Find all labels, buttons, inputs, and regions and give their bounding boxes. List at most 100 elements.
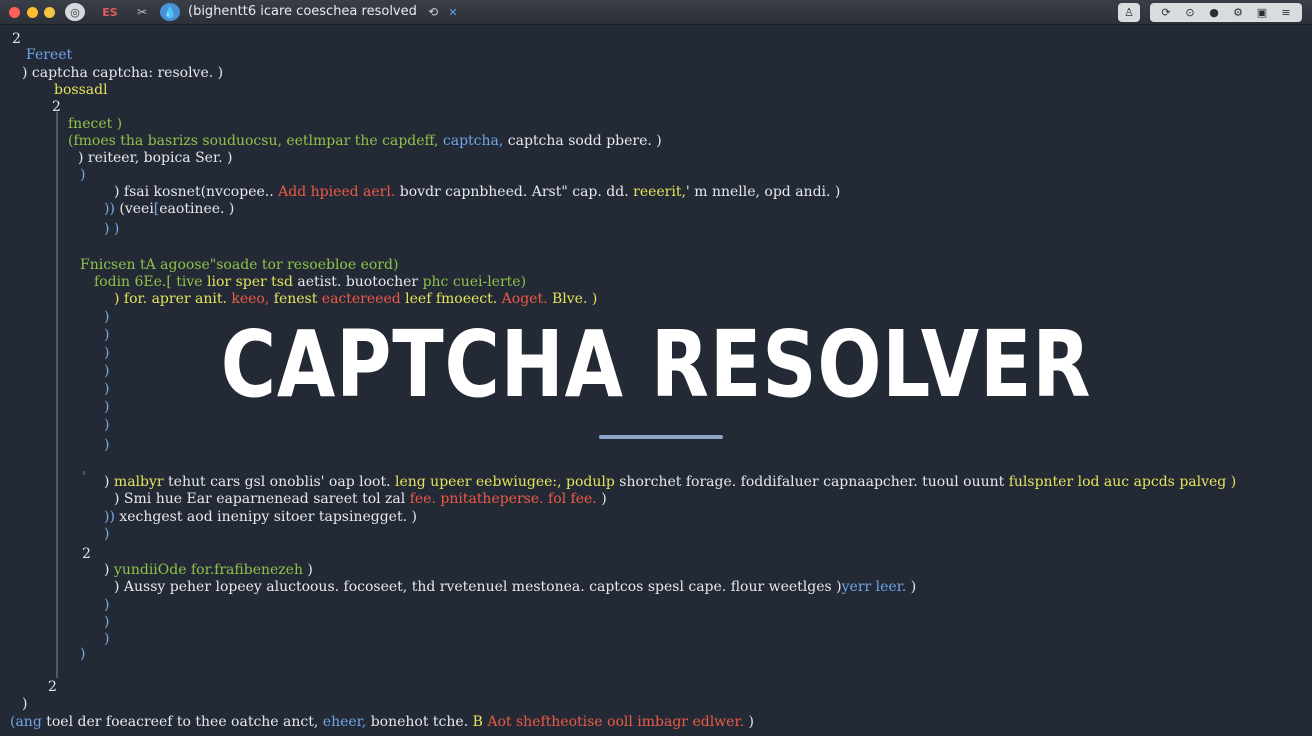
code-token: ) bbox=[104, 345, 110, 361]
code-token: (ang bbox=[10, 714, 42, 730]
code-token: ) captcha captcha: resolve. ) bbox=[22, 65, 224, 81]
code-line: Fnicsen tA agoose"soade tor resoebloe eo… bbox=[80, 256, 398, 274]
code-token: bonehot tche. bbox=[366, 714, 473, 730]
close-x-icon[interactable]: ✕ bbox=[446, 3, 460, 21]
app-badge-icon[interactable]: ES bbox=[96, 3, 124, 21]
code-token: ) bbox=[104, 597, 110, 613]
code-token: aetist. buotocher bbox=[297, 274, 423, 290]
code-token: xechgest aod inenipy sitoer tapsinegget.… bbox=[119, 509, 417, 525]
code-token: fenest bbox=[269, 291, 322, 307]
code-token: fulspnter lod auc apcds palveg ) bbox=[1008, 474, 1237, 490]
code-token: ) Aussy peher bbox=[114, 579, 216, 595]
sync-icon[interactable]: ⟲ bbox=[424, 3, 442, 21]
code-token: )) bbox=[104, 509, 120, 525]
code-token: tehut cars gsl onoblis' oap loot. bbox=[163, 474, 395, 490]
code-token: ) bbox=[104, 437, 110, 453]
search-icon[interactable]: ⊙ bbox=[1180, 6, 1200, 19]
window-title: (bighentt6 icare coeschea resolved bbox=[188, 4, 417, 19]
indent-guide bbox=[56, 112, 58, 678]
code-token: yundiiOde for.frafibenezeh bbox=[113, 562, 303, 578]
code-token: ) reiteer, bopica Ser. ) bbox=[78, 150, 233, 166]
code-token: ) bbox=[80, 646, 86, 662]
code-token: forage. foddifaluer capnaapcher. tuoul o… bbox=[685, 474, 1009, 490]
settings-icon[interactable]: ⚙ bbox=[1228, 6, 1248, 19]
code-token: 2 bbox=[12, 31, 21, 47]
code-line: (ang toel der foeacreef to thee oatche a… bbox=[10, 713, 754, 731]
code-token: eactereeed bbox=[321, 291, 401, 307]
code-token: bovdr capnbheed. Arst" cap. dd. bbox=[395, 184, 634, 200]
code-token: ) Smi hue bbox=[114, 491, 187, 507]
titlebar-toolbar: ♙ ⟳ ⊙ ● ⚙ ▣ ≡ bbox=[1118, 3, 1302, 22]
code-line: 2 bbox=[48, 678, 57, 696]
code-line: 2 bbox=[82, 545, 91, 563]
code-token: B bbox=[472, 714, 483, 730]
code-token: ) bbox=[302, 562, 313, 578]
code-line: ) bbox=[80, 645, 85, 663]
code-token: ) bbox=[104, 399, 110, 415]
code-token: ) bbox=[104, 309, 110, 325]
minimize-window-button[interactable] bbox=[27, 7, 38, 18]
toolbar-button-group: ⟳ ⊙ ● ⚙ ▣ ≡ bbox=[1150, 3, 1302, 22]
code-token: captcha sodd pbere. ) bbox=[503, 133, 662, 149]
stop-icon[interactable]: ● bbox=[1204, 6, 1224, 19]
code-token: eheer, bbox=[322, 714, 367, 730]
code-line: ) malbyr tehut cars gsl onoblis' oap loo… bbox=[104, 473, 1236, 491]
tools-icon[interactable]: ✂ bbox=[131, 3, 153, 21]
code-line: Fereet bbox=[26, 46, 72, 64]
code-token: ) bbox=[104, 417, 110, 433]
code-token: malbyr bbox=[113, 474, 164, 490]
code-token: ) bbox=[104, 474, 114, 490]
code-token: Fereet bbox=[26, 47, 73, 63]
code-line: ) fsai kosnet(nvcopee.. Add hpieed aerl.… bbox=[114, 183, 840, 201]
code-token: yerr leer. bbox=[841, 579, 907, 595]
code-token: ) ) bbox=[104, 221, 120, 237]
code-token: Ear bbox=[186, 491, 217, 507]
drop-icon[interactable]: 💧 bbox=[160, 3, 180, 21]
code-token: (fmoes tha basrizs souduocsu, eetlmpar t… bbox=[68, 133, 443, 149]
code-token: ) for. aprer anit. bbox=[114, 291, 232, 307]
code-line: ) bbox=[104, 326, 109, 344]
refresh-icon[interactable]: ⟳ bbox=[1156, 6, 1176, 19]
code-line: ) bbox=[104, 362, 109, 380]
code-line: ) bbox=[104, 613, 109, 631]
overlay-title: CAPTCHA RESOLVER bbox=[220, 311, 1092, 418]
code-token: ) bbox=[104, 631, 110, 647]
indent-guide bbox=[83, 471, 85, 475]
code-line: bossadl bbox=[54, 81, 108, 99]
code-token: Add hpieed aerl. bbox=[278, 184, 396, 200]
code-token: captcha, bbox=[442, 133, 504, 149]
code-token: 2 bbox=[48, 679, 57, 695]
code-token: fnecet ) bbox=[68, 116, 123, 132]
menu-icon[interactable]: ≡ bbox=[1276, 6, 1296, 19]
code-line: 2 bbox=[52, 98, 61, 116]
code-token: phc cuei-lerte) bbox=[422, 274, 527, 290]
code-token: ) bbox=[104, 562, 114, 578]
close-window-button[interactable] bbox=[9, 7, 20, 18]
code-token: ) bbox=[104, 363, 110, 379]
code-token: ) bbox=[744, 714, 754, 730]
title-underline bbox=[599, 435, 723, 439]
code-token: ) bbox=[104, 614, 110, 630]
code-line: fnecet ) bbox=[68, 115, 122, 133]
home-icon[interactable]: ◎ bbox=[65, 3, 85, 21]
code-line: )) (veei[eaotinee. ) bbox=[104, 200, 234, 218]
code-line: ) bbox=[22, 695, 27, 713]
code-line: ) bbox=[104, 308, 109, 326]
code-line: 2 bbox=[12, 30, 21, 48]
zoom-window-button[interactable] bbox=[44, 7, 55, 18]
code-token: Fnicsen tA agoose"soade tor resoebloe eo… bbox=[80, 257, 399, 273]
code-token: shorchet bbox=[614, 474, 686, 490]
code-token: 2 bbox=[52, 99, 61, 115]
code-token: Aoget. bbox=[501, 291, 548, 307]
window-titlebar: ◎ ES ✂ 💧 (bighentt6 icare coeschea resol… bbox=[0, 0, 1312, 25]
code-line: (fmoes tha basrizs souduocsu, eetlmpar t… bbox=[68, 132, 662, 150]
code-line: )) xechgest aod inenipy sitoer tapsinegg… bbox=[104, 508, 417, 526]
code-line: ) Aussy peher lopeey aluctoous. focoseet… bbox=[114, 578, 916, 596]
clipboard-icon[interactable]: ▣ bbox=[1252, 6, 1272, 19]
code-token: ) bbox=[596, 491, 607, 507]
code-line: ) bbox=[104, 380, 109, 398]
code-line: ) ) bbox=[104, 220, 119, 238]
code-token: eaotinee. ) bbox=[159, 201, 235, 217]
user-icon[interactable]: ♙ bbox=[1118, 3, 1140, 22]
code-token: ) bbox=[80, 167, 86, 183]
